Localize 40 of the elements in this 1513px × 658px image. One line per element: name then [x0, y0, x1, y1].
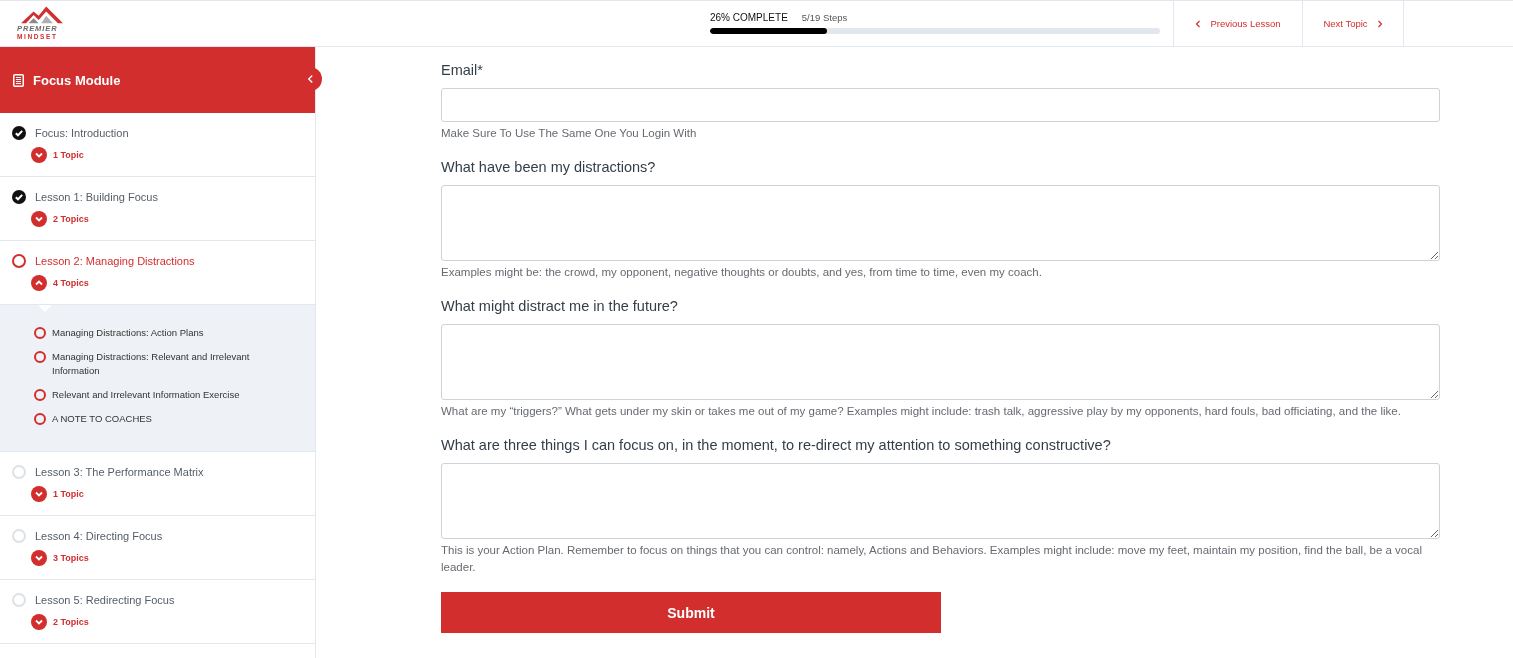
field-hint: What are my “triggers?” What gets under my skin or takes me out of my game? Examples might include: trash talk, aggressive play by my opponents, hard fouls, bad officiating, and the like.	[441, 404, 1401, 419]
lesson-link[interactable]: Lesson 5: Redirecting Focus	[35, 594, 175, 606]
field-label: What have been my distractions?	[441, 158, 656, 176]
notch-icon	[38, 305, 52, 312]
lesson-link[interactable]: Lesson 1: Building Focus	[35, 191, 158, 203]
field-hint: This is your Action Plan. Remember to focus on things that you can control: namely, Actions and Behaviors. Examples might include: move my feet, maintain my position, find the ball, be a vocal leader.	[441, 543, 1423, 575]
next-topic-link[interactable]: Next Topic	[1302, 1, 1403, 46]
chevron-left-icon	[306, 74, 314, 84]
topics-toggle[interactable]: 4 Topics	[31, 275, 89, 291]
lesson-link[interactable]: Lesson 4: Directing Focus	[35, 530, 163, 542]
text-area[interactable]	[441, 185, 1440, 261]
topic-link[interactable]: Relevant and Irrelevant Information Exercise	[52, 388, 240, 402]
topics-toggle[interactable]: 2 Topics	[31, 614, 89, 630]
topic-link[interactable]: Managing Distractions: Action Plans	[52, 326, 204, 340]
mountain-icon	[21, 5, 63, 24]
field-label: What might distract me in the future?	[441, 297, 678, 315]
progress-percent: 26% COMPLETE	[710, 11, 788, 24]
topic-link[interactable]: Managing Distractions: Relevant and Irrelevant Information	[52, 350, 262, 378]
previous-lesson-link[interactable]: Previous Lesson	[1173, 1, 1302, 46]
topics-toggle[interactable]: 2 Topics	[31, 211, 89, 227]
topics-toggle[interactable]: 1 Topic	[31, 486, 84, 502]
topic-link[interactable]: A NOTE TO COACHES	[52, 412, 152, 426]
text-input[interactable]	[441, 88, 1440, 122]
chevron-right-icon	[1376, 19, 1383, 28]
text-area[interactable]	[441, 324, 1440, 400]
field-label: Email*	[441, 61, 483, 79]
document-icon	[13, 73, 24, 87]
text-area[interactable]	[441, 463, 1440, 539]
topics-toggle[interactable]: 1 Topic	[31, 147, 84, 163]
topics-toggle[interactable]: 3 Topics	[31, 550, 89, 566]
module-title: Focus Module	[33, 72, 121, 88]
field-hint: Make Sure To Use The Same One You Login With	[441, 126, 697, 141]
chevron-left-icon	[1195, 19, 1202, 28]
lesson-link[interactable]: Focus: Introduction	[35, 127, 129, 139]
field-hint: Examples might be: the crowd, my opponent, negative thoughts or doubts, and yes, from time to time, even my coach.	[441, 265, 1042, 280]
progress-steps: 5/19 Steps	[801, 11, 848, 24]
field-label: What are three things I can focus on, in the moment, to re-direct my attention to something constructive?	[441, 436, 1111, 454]
lesson-link[interactable]: Lesson 2: Managing Distractions	[35, 255, 195, 267]
submit-button[interactable]: Submit	[441, 592, 941, 633]
lesson-link[interactable]: Lesson 3: The Performance Matrix	[35, 466, 204, 478]
